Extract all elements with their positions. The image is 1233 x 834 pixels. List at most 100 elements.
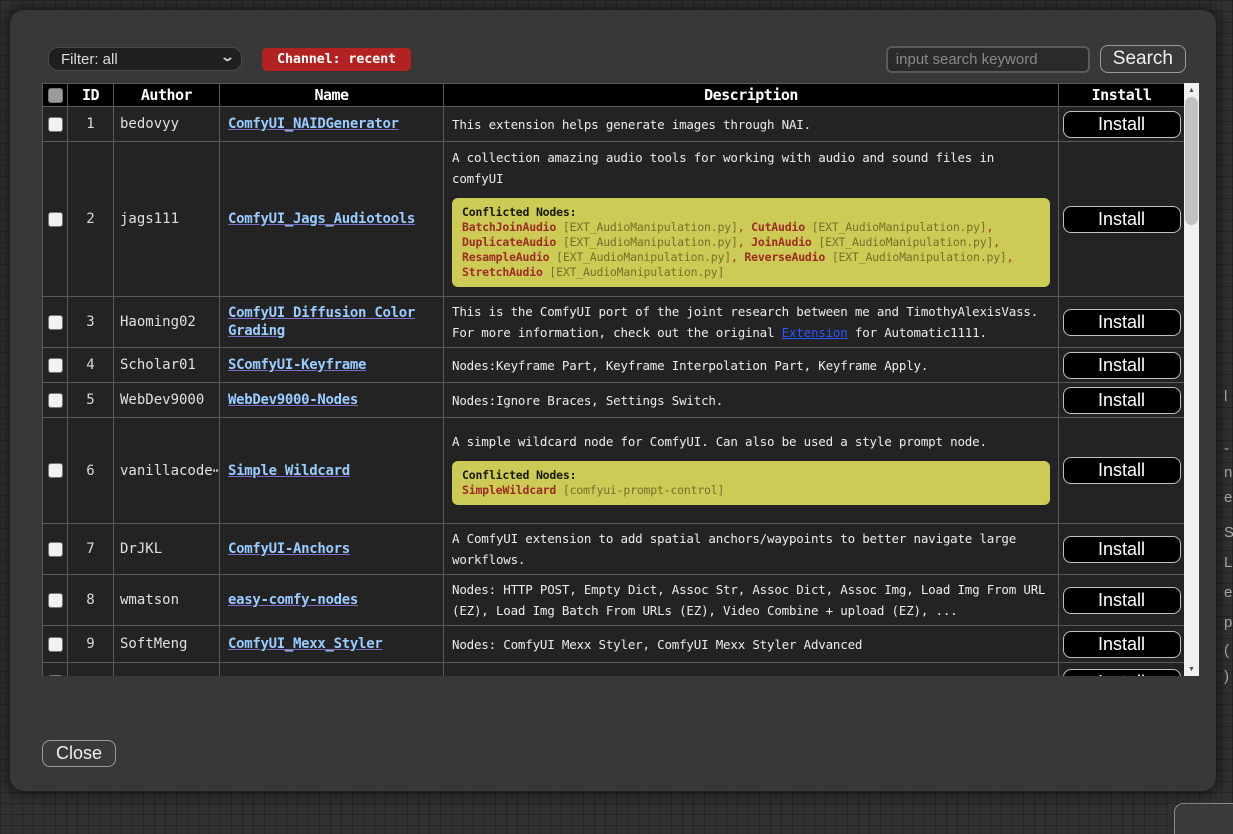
row-install-cell: Install bbox=[1059, 348, 1185, 383]
row-name-cell: ComfyUI_Mexx_Styler bbox=[220, 626, 444, 663]
extensions-table: ID Author Name Description Install 1bedo… bbox=[42, 83, 1185, 676]
table-row: 8wmatsoneasy-comfy-nodesNodes: HTTP POST… bbox=[43, 575, 1185, 626]
row-checkbox-cell bbox=[43, 383, 68, 418]
edge-text-fragment: ) bbox=[1224, 668, 1229, 685]
edge-text-fragment: ( bbox=[1224, 642, 1229, 659]
row-author: bedovyy bbox=[114, 107, 220, 142]
close-button[interactable]: Close bbox=[42, 740, 116, 767]
channel-badge[interactable]: Channel: recent bbox=[262, 48, 411, 71]
install-button[interactable]: Install bbox=[1063, 206, 1181, 233]
description-text: A collection amazing audio tools for wor… bbox=[452, 147, 1050, 189]
row-checkbox[interactable] bbox=[49, 638, 62, 651]
description-text: Nodes: HTTP POST, Empty Dict, Assoc Str,… bbox=[452, 579, 1050, 621]
conflict-node-source: [EXT_AudioManipulation.py] bbox=[556, 220, 738, 234]
conflict-separator: , bbox=[986, 220, 993, 234]
conflict-separator: , bbox=[738, 220, 751, 234]
scrollbar-down-arrow-icon[interactable]: ▼ bbox=[1184, 662, 1199, 676]
row-install-cell: Install bbox=[1059, 418, 1185, 524]
install-button[interactable]: Install bbox=[1063, 669, 1181, 676]
conflict-separator: , bbox=[993, 235, 1000, 249]
row-id: 4 bbox=[68, 348, 114, 383]
edge-text-fragment: - bbox=[1224, 440, 1229, 457]
row-checkbox[interactable] bbox=[49, 543, 62, 556]
row-checkbox[interactable] bbox=[49, 213, 62, 226]
extension-name-link[interactable]: WebDev9000-Nodes bbox=[228, 392, 358, 408]
edge-text-fragment: S bbox=[1224, 524, 1233, 541]
conflict-node-source: [EXT_AudioManipulation.py] bbox=[805, 220, 987, 234]
row-name-cell: easy-comfy-nodes bbox=[220, 575, 444, 626]
extension-name-link[interactable]: ComfyUI_Jags_Audiotools bbox=[228, 211, 415, 227]
table-row: 1bedovyyComfyUI_NAIDGeneratorThis extens… bbox=[43, 107, 1185, 142]
extension-name-link[interactable]: easy-comfy-nodes bbox=[228, 592, 358, 608]
row-checkbox[interactable] bbox=[49, 316, 62, 329]
search-button[interactable]: Search bbox=[1100, 45, 1186, 73]
row-checkbox-cell bbox=[43, 575, 68, 626]
extension-name-link[interactable]: ComfyUI_Mexx_Styler bbox=[228, 636, 382, 652]
row-checkbox[interactable] bbox=[49, 464, 62, 477]
table-row: 9SoftMengComfyUI_Mexx_StylerNodes: Comfy… bbox=[43, 626, 1185, 663]
row-description-cell: Nodes: HTTP POST, Empty Dict, Assoc Str,… bbox=[444, 575, 1059, 626]
install-button[interactable]: Install bbox=[1063, 352, 1181, 379]
row-checkbox[interactable] bbox=[49, 594, 62, 607]
filter-select[interactable]: Filter: all ⌄ bbox=[48, 47, 242, 71]
row-author: WebDev9000 bbox=[114, 383, 220, 418]
table-row: 7DrJKLComfyUI-AnchorsA ComfyUI extension… bbox=[43, 524, 1185, 575]
row-checkbox[interactable] bbox=[49, 359, 62, 372]
row-name-cell: WebDev9000-Nodes bbox=[220, 383, 444, 418]
column-header-author: Author bbox=[114, 84, 220, 107]
description-text: A ComfyUI extension to add spatial ancho… bbox=[452, 528, 1050, 570]
row-checkbox-cell bbox=[43, 107, 68, 142]
extension-name-link[interactable]: ComfyUI Yolov8 bbox=[228, 675, 342, 677]
table-row: 4Scholar01SComfyUI-KeyframeNodes:Keyfram… bbox=[43, 348, 1185, 383]
conflict-node-name: SimpleWildcard bbox=[462, 483, 556, 497]
conflict-node-name: ResampleAudio bbox=[462, 250, 549, 264]
row-description-cell: A ComfyUI extension to add spatial ancho… bbox=[444, 524, 1059, 575]
edge-text-fragment: p bbox=[1224, 614, 1232, 631]
background-panel-corner bbox=[1174, 803, 1233, 834]
extension-name-link[interactable]: ComfyUI-Anchors bbox=[228, 541, 350, 557]
install-button[interactable]: Install bbox=[1063, 309, 1181, 336]
row-author: zcfrank1st bbox=[114, 663, 220, 677]
table-scrollbar[interactable]: ▲ ▼ bbox=[1184, 83, 1199, 676]
edge-text-fragment: L bbox=[1224, 554, 1232, 571]
table-row: 5WebDev9000WebDev9000-NodesNodes:Ignore … bbox=[43, 383, 1185, 418]
dialog-toolbar: Filter: all ⌄ Channel: recent Search bbox=[48, 45, 1186, 73]
conflict-node-name: ReverseAudio bbox=[744, 250, 825, 264]
conflict-node-name: JoinAudio bbox=[751, 235, 812, 249]
select-all-header-cell bbox=[43, 84, 68, 107]
row-checkbox[interactable] bbox=[49, 118, 62, 131]
edge-text-fragment: n bbox=[1224, 464, 1232, 481]
install-button[interactable]: Install bbox=[1063, 587, 1181, 614]
row-checkbox-cell bbox=[43, 418, 68, 524]
install-button[interactable]: Install bbox=[1063, 457, 1181, 484]
description-inline-link[interactable]: Extension bbox=[782, 325, 848, 340]
conflict-separator: , bbox=[731, 250, 744, 264]
row-install-cell: Install bbox=[1059, 663, 1185, 677]
extension-name-link[interactable]: SComfyUI-Keyframe bbox=[228, 357, 366, 373]
extension-name-link[interactable]: Simple Wildcard bbox=[228, 463, 350, 479]
table-row: 3Haoming02ComfyUI Diffusion Color Gradin… bbox=[43, 297, 1185, 348]
column-header-name: Name bbox=[220, 84, 444, 107]
scrollbar-thumb[interactable] bbox=[1185, 97, 1198, 225]
row-description-cell: Nodes: Yolov8Detection, Yolov8Segmentati… bbox=[444, 663, 1059, 677]
row-checkbox-cell bbox=[43, 626, 68, 663]
description-text: Nodes: ComfyUI Mexx Styler, ComfyUI Mexx… bbox=[452, 634, 1050, 655]
install-button[interactable]: Install bbox=[1063, 111, 1181, 138]
row-checkbox[interactable] bbox=[49, 394, 62, 407]
install-button[interactable]: Install bbox=[1063, 387, 1181, 414]
row-id: 8 bbox=[68, 575, 114, 626]
edge-text-fragment: l bbox=[1224, 388, 1227, 405]
scrollbar-up-arrow-icon[interactable]: ▲ bbox=[1184, 83, 1199, 97]
extension-name-link[interactable]: ComfyUI_NAIDGenerator bbox=[228, 116, 399, 132]
row-install-cell: Install bbox=[1059, 383, 1185, 418]
custom-nodes-install-dialog: Filter: all ⌄ Channel: recent Search ID … bbox=[10, 10, 1216, 791]
row-install-cell: Install bbox=[1059, 575, 1185, 626]
extension-name-link[interactable]: ComfyUI Diffusion Color Grading bbox=[228, 305, 415, 339]
conflict-node-source: [EXT_AudioManipulation.py] bbox=[556, 235, 738, 249]
search-input[interactable] bbox=[886, 46, 1090, 73]
description-text: Nodes:Ignore Braces, Settings Switch. bbox=[452, 390, 1050, 411]
install-button[interactable]: Install bbox=[1063, 536, 1181, 563]
install-button[interactable]: Install bbox=[1063, 631, 1181, 658]
row-name-cell: ComfyUI-Anchors bbox=[220, 524, 444, 575]
select-all-checkbox[interactable] bbox=[49, 89, 62, 102]
